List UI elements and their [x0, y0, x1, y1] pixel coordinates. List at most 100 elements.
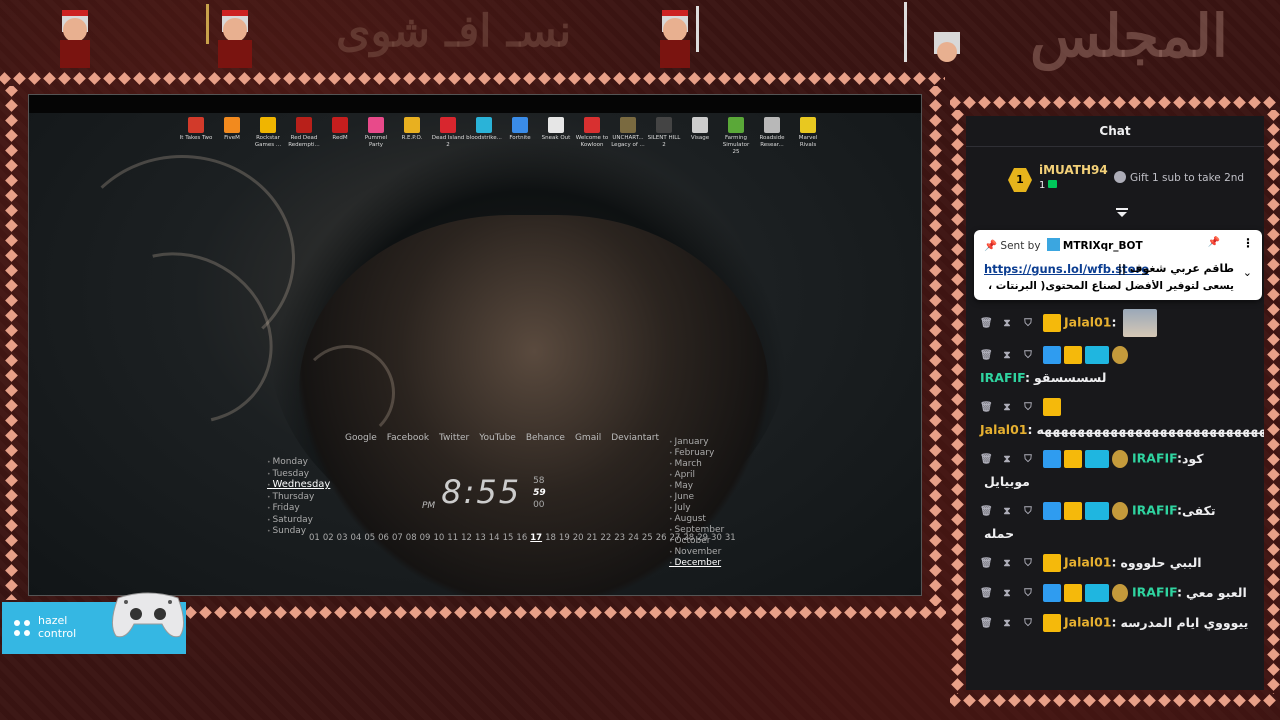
diamond-ornament — [1266, 498, 1280, 511]
chat-username[interactable]: Jalal01 — [1064, 615, 1112, 630]
egg-badge-icon — [1112, 346, 1128, 364]
ban-icon[interactable]: ⛉ — [1022, 313, 1034, 335]
diamond-ornament — [993, 96, 1006, 109]
date-item: 16 — [516, 533, 528, 543]
delete-icon[interactable]: 🗑 — [980, 313, 993, 335]
desktop-shortcut[interactable]: FiveM — [215, 117, 249, 156]
desktop-shortcut[interactable]: Dead Island 2 — [431, 117, 465, 156]
desktop-shortcut[interactable]: Pummel Party — [359, 117, 393, 156]
quick-link[interactable]: Twitter — [439, 433, 469, 443]
quick-link[interactable]: YouTube — [479, 433, 516, 443]
expand-chevron-icon[interactable]: ⌄ — [1243, 266, 1252, 279]
quick-link[interactable]: Gmail — [575, 433, 601, 443]
date-item: 31 — [724, 533, 736, 543]
diamond-ornament — [950, 198, 964, 211]
desktop-shortcut[interactable]: SILENT HILL 2 — [647, 117, 681, 156]
desktop-shortcut[interactable]: Marvel Rivals — [791, 117, 825, 156]
diamond-ornament — [928, 249, 942, 262]
chat-message: 🗑 ⧗ ⛉ Jalal01: — [966, 306, 1264, 340]
pinned-sender[interactable]: MTRIXqr_BOT — [1063, 240, 1143, 252]
diamond-ornament — [193, 72, 206, 85]
ban-icon[interactable]: ⛉ — [1022, 345, 1034, 367]
diamond-ornament — [4, 204, 18, 217]
desktop-shortcut[interactable]: It Takes Two — [179, 117, 213, 156]
chat-username[interactable]: Jalal01 — [1064, 315, 1112, 330]
desktop-shortcut[interactable]: Sneak Out — [539, 117, 573, 156]
chat-username[interactable]: IRAFIF — [1132, 585, 1177, 600]
chat-username[interactable]: IRAFIF — [1132, 503, 1177, 518]
quick-link[interactable]: Google — [345, 433, 377, 443]
bg-badge-icon — [1085, 450, 1109, 468]
diamond-ornament — [1188, 96, 1201, 109]
timeout-icon[interactable]: ⧗ — [1001, 449, 1013, 471]
chat-username[interactable]: Jalal01 — [980, 422, 1028, 437]
diamond-ornament — [934, 606, 946, 619]
diamond-ornament — [950, 558, 964, 571]
leader-username[interactable]: iMUATH94 — [1039, 163, 1108, 177]
timeout-icon[interactable]: ⧗ — [1001, 553, 1013, 575]
more-options-icon[interactable]: ⋮ — [1242, 236, 1254, 250]
quick-link[interactable]: Behance — [526, 433, 565, 443]
delete-icon[interactable]: 🗑 — [980, 583, 993, 605]
desktop-shortcut[interactable]: Rockstar Games ... — [251, 117, 285, 156]
desktop-shortcut[interactable]: Farming Simulator 25 — [719, 117, 753, 156]
diamond-ornament — [1158, 694, 1171, 707]
shortcut-label: FiveM — [224, 135, 240, 141]
bg-badge-icon — [1085, 502, 1109, 520]
timeout-icon[interactable]: ⧗ — [1001, 613, 1013, 635]
delete-icon[interactable]: 🗑 — [980, 501, 993, 523]
chat-message: 🗑 ⧗ ⛉ IRAFIF: العبو معي — [966, 578, 1264, 608]
ban-icon[interactable]: ⛉ — [1022, 613, 1034, 635]
diamond-ornament — [553, 72, 566, 85]
desktop-shortcut[interactable]: Welcome to Kowloon — [575, 117, 609, 156]
ban-icon[interactable]: ⛉ — [1022, 501, 1034, 523]
chat-username[interactable]: IRAFIF — [980, 370, 1025, 385]
desktop-shortcut[interactable]: Roadside Resear... — [755, 117, 789, 156]
timeout-icon[interactable]: ⧗ — [1001, 313, 1013, 335]
mod-tools: 🗑 ⧗ ⛉ — [980, 395, 1043, 419]
ban-icon[interactable]: ⛉ — [1022, 583, 1034, 605]
diamond-ornament — [950, 228, 964, 241]
ban-icon[interactable]: ⛉ — [1022, 449, 1034, 471]
timeout-icon[interactable]: ⧗ — [1001, 345, 1013, 367]
diamond-ornament — [4, 339, 18, 352]
delete-icon[interactable]: 🗑 — [980, 553, 993, 575]
timeout-icon[interactable]: ⧗ — [1001, 583, 1013, 605]
collapse-leaderboard-icon[interactable] — [1116, 208, 1128, 218]
unpin-icon[interactable]: 📌 — [1208, 237, 1220, 248]
date-item: 20 — [572, 533, 584, 543]
timeout-icon[interactable]: ⧗ — [1001, 501, 1013, 523]
gift-note[interactable]: Gift 1 sub to take 2nd — [1114, 171, 1244, 184]
desktop-shortcut[interactable]: Visage — [683, 117, 717, 156]
ban-icon[interactable]: ⛉ — [1022, 397, 1034, 419]
desktop-shortcut[interactable]: RedM — [323, 117, 357, 156]
desktop-shortcut[interactable]: UNCHART... Legacy of ... — [611, 117, 645, 156]
delete-icon[interactable]: 🗑 — [980, 613, 993, 635]
diamond-ornament — [4, 399, 18, 412]
desktop-shortcut[interactable]: Fortnite — [503, 117, 537, 156]
chat-username[interactable]: IRAFIF — [1132, 451, 1177, 466]
diamond-ornament — [1098, 694, 1111, 707]
date-item: 01 — [309, 533, 320, 543]
chat-message: 🗑 ⧗ ⛉ Jalal01: ييوووي ايام المدرسه — [966, 608, 1264, 638]
app-icon — [224, 117, 240, 133]
desktop-shortcut[interactable]: bloodstrike... — [466, 117, 502, 156]
chat-message-text: لسسسسقو — [1034, 370, 1107, 385]
delete-icon[interactable]: 🗑 — [980, 397, 993, 419]
delete-icon[interactable]: 🗑 — [980, 449, 993, 471]
date-item: 06 — [378, 533, 389, 543]
quick-link[interactable]: Facebook — [387, 433, 429, 443]
crown-badge-icon — [1043, 614, 1061, 632]
diamond-ornament — [199, 606, 212, 619]
quick-link[interactable]: Deviantart — [611, 433, 659, 443]
chat-username[interactable]: Jalal01 — [1064, 555, 1112, 570]
app-icon — [404, 117, 420, 133]
banner-title-right: المجلس — [1030, 2, 1228, 70]
delete-icon[interactable]: 🗑 — [980, 345, 993, 367]
timeout-icon[interactable]: ⧗ — [1001, 397, 1013, 419]
desktop-shortcut[interactable]: R.E.P.O. — [395, 117, 429, 156]
diamond-ornament — [244, 606, 257, 619]
diamond-ornament — [4, 309, 18, 322]
ban-icon[interactable]: ⛉ — [1022, 553, 1034, 575]
desktop-shortcut[interactable]: Red Dead Redempti... — [287, 117, 321, 156]
